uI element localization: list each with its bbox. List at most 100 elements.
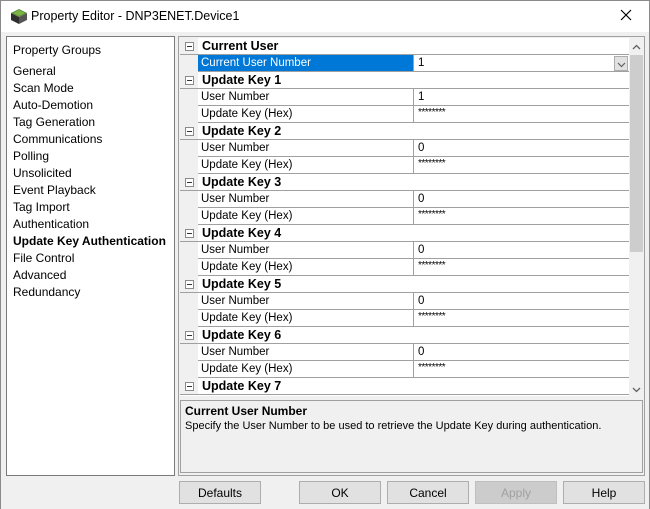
row-gutter [180,55,198,72]
row-divider [180,394,629,395]
property-value[interactable]: ******** [414,361,629,378]
property-row[interactable]: Current User Number 1 [180,55,629,72]
property-value[interactable]: 0 [414,344,629,361]
sidebar-item-auto-demotion[interactable]: Auto-Demotion [13,97,166,114]
collapse-minus-icon[interactable] [185,76,194,85]
property-row[interactable]: User Number 0 [180,242,629,259]
collapse-minus-icon[interactable] [185,42,194,51]
property-row[interactable]: User Number 0 [180,140,629,157]
property-groups-panel: Property Groups General Scan Mode Auto-Dem… [6,36,175,476]
property-row[interactable]: Update Key (Hex) ******** [180,259,629,276]
property-value[interactable]: 0 [414,191,629,208]
scroll-up-button[interactable] [629,38,644,53]
sidebar-item-tag-import[interactable]: Tag Import [13,199,166,216]
category-row: Update Key 5 [180,276,629,293]
property-row[interactable]: User Number 0 [180,293,629,310]
chevron-up-icon [632,39,641,53]
property-name[interactable]: User Number [198,293,414,310]
property-value[interactable]: 1 [414,55,629,72]
property-name[interactable]: User Number [198,242,414,259]
property-value[interactable]: ******** [414,106,629,123]
collapse-minus-icon[interactable] [185,331,194,340]
row-gutter [180,344,198,361]
property-value[interactable]: ******** [414,157,629,174]
scroll-down-button[interactable] [629,381,644,396]
value-dropdown-button[interactable] [614,56,628,71]
property-groups-list: General Scan Mode Auto-Demotion Tag Generat… [13,63,166,301]
property-value[interactable]: 0 [414,242,629,259]
description-title: Current User Number [185,404,308,418]
collapse-minus-icon[interactable] [185,280,194,289]
property-name[interactable]: User Number [198,89,414,106]
help-button[interactable]: Help [563,481,645,504]
row-gutter [180,106,198,123]
scrollbar-thumb[interactable] [630,55,643,252]
row-gutter [180,310,198,327]
property-row[interactable]: Update Key (Hex) ******** [180,310,629,327]
property-name[interactable]: User Number [198,191,414,208]
sidebar-item-advanced[interactable]: Advanced [13,267,166,284]
sidebar-item-polling[interactable]: Polling [13,148,166,165]
close-icon [620,9,632,24]
row-gutter [180,361,198,378]
property-row[interactable]: User Number 1 [180,89,629,106]
property-row[interactable]: Update Key (Hex) ******** [180,361,629,378]
row-gutter [180,293,198,310]
vertical-scrollbar[interactable] [629,38,644,396]
defaults-button[interactable]: Defaults [179,481,261,504]
sidebar-item-update-key-authentication[interactable]: Update Key Authentication [13,233,166,250]
property-name[interactable]: Current User Number [198,55,414,72]
category-row: Update Key 2 [180,123,629,140]
sidebar-item-authentication[interactable]: Authentication [13,216,166,233]
property-name[interactable]: User Number [198,140,414,157]
collapse-minus-icon[interactable] [185,382,194,391]
row-gutter [180,208,198,225]
sidebar-item-unsolicited[interactable]: Unsolicited [13,165,166,182]
collapse-minus-icon[interactable] [185,178,194,187]
sidebar-item-tag-generation[interactable]: Tag Generation [13,114,166,131]
close-button[interactable] [603,1,649,32]
category-label: Update Key 5 [202,277,282,291]
property-name[interactable]: Update Key (Hex) [198,259,414,276]
property-row[interactable]: User Number 0 [180,191,629,208]
sidebar-item-general[interactable]: General [13,63,166,80]
category-label: Update Key 1 [202,73,282,87]
property-row[interactable]: Update Key (Hex) ******** [180,208,629,225]
category-row: Update Key 3 [180,174,629,191]
app-cube-icon [10,8,28,25]
collapse-minus-icon[interactable] [185,127,194,136]
property-value[interactable]: 0 [414,140,629,157]
property-editor-window: Property Editor - DNP3ENET.Device1 Prope… [0,0,650,509]
property-value[interactable]: ******** [414,310,629,327]
ok-button[interactable]: OK [299,481,381,504]
property-name[interactable]: Update Key (Hex) [198,106,414,123]
property-name[interactable]: Update Key (Hex) [198,310,414,327]
property-value[interactable]: ******** [414,259,629,276]
sidebar-item-redundancy[interactable]: Redundancy [13,284,166,301]
property-name[interactable]: Update Key (Hex) [198,361,414,378]
category-label: Update Key 3 [202,175,282,189]
property-name[interactable]: Update Key (Hex) [198,157,414,174]
category-label: Update Key 2 [202,124,282,138]
cancel-button[interactable]: Cancel [387,481,469,504]
sidebar-item-communications[interactable]: Communications [13,131,166,148]
property-value[interactable]: 1 [414,89,629,106]
category-label: Current User [202,39,279,53]
sidebar-item-scan-mode[interactable]: Scan Mode [13,80,166,97]
sidebar-item-file-control[interactable]: File Control [13,250,166,267]
property-row[interactable]: Update Key (Hex) ******** [180,157,629,174]
property-name[interactable]: User Number [198,344,414,361]
apply-button[interactable]: Apply [475,481,557,504]
category-row: Current User [180,38,629,55]
property-value[interactable]: 0 [414,293,629,310]
window-title: Property Editor - DNP3ENET.Device1 [31,9,240,23]
row-gutter [180,259,198,276]
property-name[interactable]: Update Key (Hex) [198,208,414,225]
category-row: Update Key 1 [180,72,629,89]
property-row[interactable]: User Number 0 [180,344,629,361]
property-value[interactable]: ******** [414,208,629,225]
row-gutter [180,89,198,106]
collapse-minus-icon[interactable] [185,229,194,238]
property-row[interactable]: Update Key (Hex) ******** [180,106,629,123]
sidebar-item-event-playback[interactable]: Event Playback [13,182,166,199]
